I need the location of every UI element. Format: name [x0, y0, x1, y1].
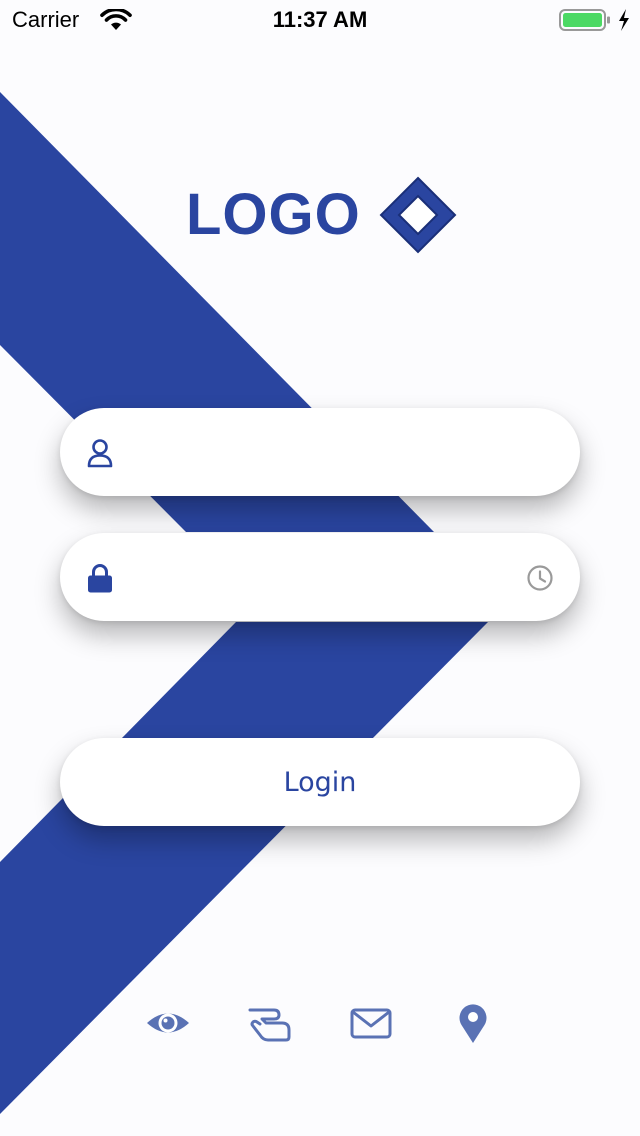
bottom-icon-row — [0, 1002, 640, 1046]
envelope-icon[interactable] — [348, 1002, 394, 1044]
password-input[interactable] — [190, 555, 494, 601]
eye-icon[interactable] — [145, 1002, 191, 1044]
clock-icon[interactable] — [526, 564, 554, 592]
login-button[interactable]: Login — [60, 738, 580, 826]
username-field[interactable] — [60, 408, 580, 496]
status-time: 11:37 AM — [272, 7, 368, 32]
lock-icon — [88, 564, 112, 593]
user-icon — [87, 439, 113, 468]
username-input[interactable] — [190, 430, 494, 476]
charging-bolt-icon — [619, 9, 629, 31]
app-logo: LOGO — [186, 175, 457, 255]
battery-icon — [559, 9, 610, 31]
status-bar: Carrier 11:37 AM — [0, 0, 640, 40]
diamond-logo-icon — [379, 176, 457, 254]
logo-text: LOGO — [186, 182, 361, 247]
password-field[interactable] — [60, 533, 580, 621]
location-pin-icon[interactable] — [450, 1002, 496, 1044]
hand-icon[interactable] — [246, 1002, 292, 1044]
